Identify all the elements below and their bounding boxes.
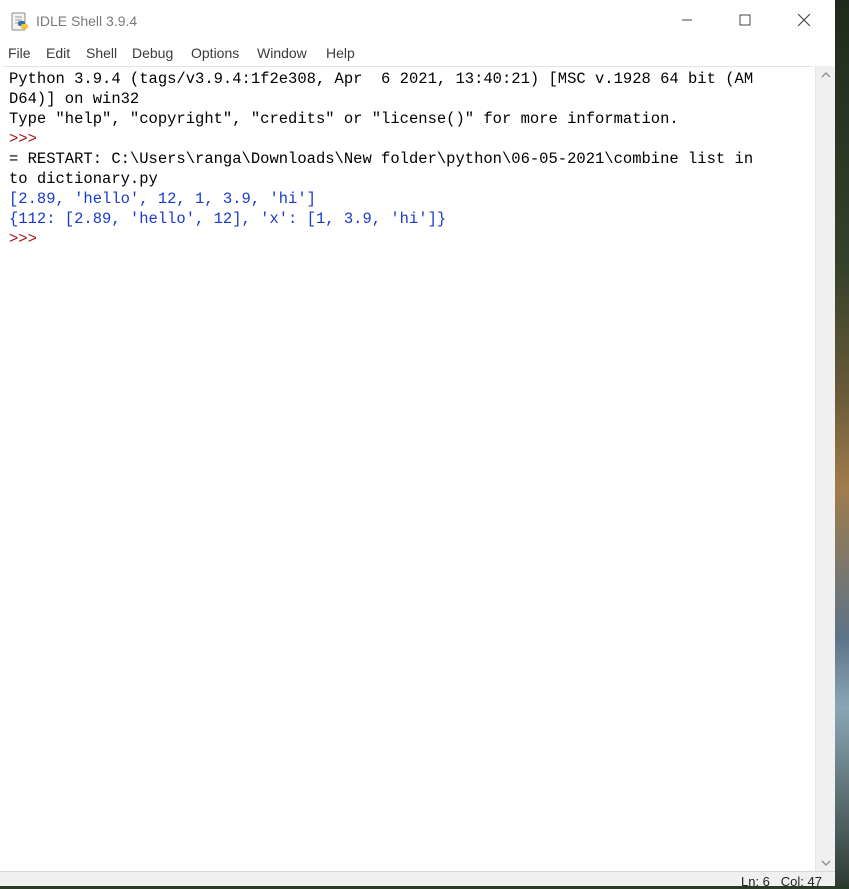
shell-line: Python 3.9.4 (tags/v3.9.4:1f2e308, Apr 6… bbox=[9, 70, 754, 88]
status-bar: Ln: 6 Col: 47 bbox=[0, 871, 835, 889]
menu-shell[interactable]: Shell bbox=[84, 45, 119, 61]
shell-prompt: >>> bbox=[9, 230, 47, 248]
shell-text-area[interactable]: Python 3.9.4 (tags/v3.9.4:1f2e308, Apr 6… bbox=[3, 66, 813, 872]
scroll-down-button[interactable] bbox=[816, 854, 835, 871]
vertical-scrollbar[interactable] bbox=[815, 66, 835, 871]
chevron-up-icon bbox=[821, 66, 831, 84]
menu-options[interactable]: Options bbox=[189, 45, 241, 61]
menu-debug[interactable]: Debug bbox=[130, 45, 175, 61]
idle-shell-window: IDLE Shell 3.9.4 File Edit Shell Debug O… bbox=[0, 0, 835, 889]
menu-window[interactable]: Window bbox=[255, 45, 309, 61]
chevron-down-icon bbox=[821, 854, 831, 872]
scroll-up-button[interactable] bbox=[816, 66, 835, 83]
shell-line: = RESTART: C:\Users\ranga\Downloads\New … bbox=[9, 150, 754, 168]
minimize-icon bbox=[681, 13, 693, 31]
maximize-button[interactable] bbox=[716, 0, 774, 44]
shell-prompt: >>> bbox=[9, 130, 47, 148]
minimize-button[interactable] bbox=[658, 0, 716, 44]
python-idle-icon bbox=[10, 12, 30, 32]
close-button[interactable] bbox=[775, 0, 833, 44]
menu-edit[interactable]: Edit bbox=[44, 45, 72, 61]
window-title: IDLE Shell 3.9.4 bbox=[36, 13, 138, 29]
shell-output-line: {112: [2.89, 'hello', 12], 'x': [1, 3.9,… bbox=[9, 210, 447, 228]
menu-bar: File Edit Shell Debug Options Window Hel… bbox=[0, 44, 835, 66]
shell-output-line: [2.89, 'hello', 12, 1, 3.9, 'hi'] bbox=[9, 190, 316, 208]
shell-line: to dictionary.py bbox=[9, 170, 158, 188]
desktop-wallpaper bbox=[835, 0, 849, 885]
menu-help[interactable]: Help bbox=[324, 45, 357, 61]
maximize-icon bbox=[739, 13, 751, 31]
menu-file[interactable]: File bbox=[6, 45, 33, 61]
title-bar[interactable]: IDLE Shell 3.9.4 bbox=[0, 0, 835, 44]
close-icon bbox=[797, 13, 811, 32]
shell-line: D64)] on win32 bbox=[9, 90, 140, 108]
cursor-position: Ln: 6 Col: 47 bbox=[741, 874, 822, 889]
shell-line: Type "help", "copyright", "credits" or "… bbox=[9, 110, 679, 128]
